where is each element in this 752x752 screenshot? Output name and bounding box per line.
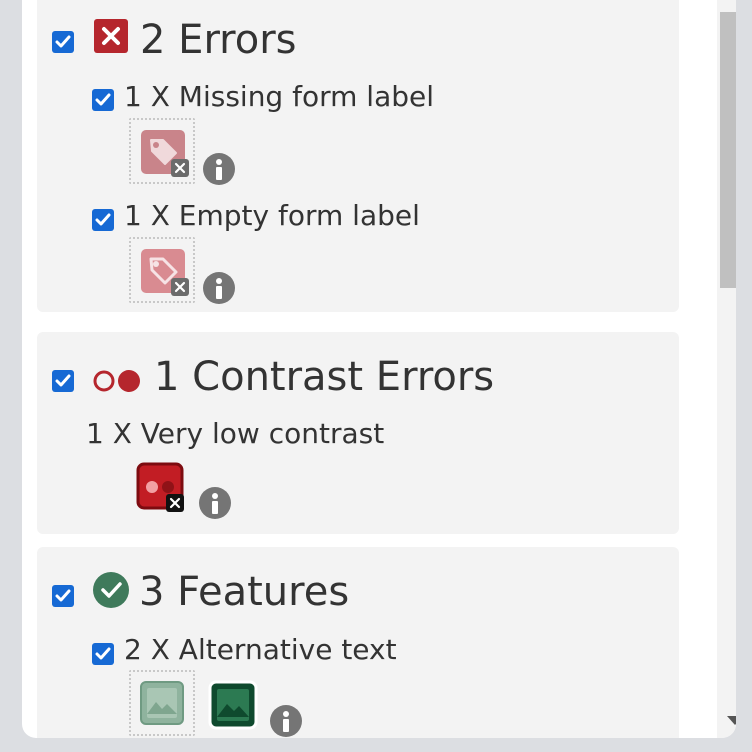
image-icon — [140, 681, 184, 725]
contrast-checkbox[interactable] — [52, 370, 74, 392]
features-checkbox[interactable] — [52, 585, 74, 607]
features-title: 3 Features — [139, 569, 350, 615]
missing-form-label-thumbnail[interactable] — [129, 118, 195, 184]
info-icon[interactable] — [203, 153, 235, 185]
alternative-text-text: 2 X Alternative text — [124, 633, 397, 666]
results-panel: 2 Errors 1 X Missing form label 1 X Empt… — [22, 0, 736, 738]
empty-form-label-checkbox[interactable] — [92, 209, 114, 231]
image-icon[interactable] — [207, 679, 259, 731]
tag-error-icon — [141, 130, 189, 177]
errors-title: 2 Errors — [140, 17, 297, 63]
alternative-text-thumbnail-1[interactable] — [129, 670, 195, 736]
info-icon[interactable] — [270, 705, 302, 737]
contrast-circles-icon — [93, 370, 140, 392]
error-x-icon — [94, 19, 128, 53]
check-circle-icon — [93, 572, 129, 608]
scroll-down-arrow-icon[interactable] — [727, 716, 736, 725]
contrast-section: 1 Contrast Errors 1 X Very low contrast — [37, 332, 679, 534]
scrollbar-thumb[interactable] — [720, 12, 736, 288]
very-low-contrast-text: 1 X Very low contrast — [86, 417, 385, 450]
contrast-title: 1 Contrast Errors — [154, 354, 495, 400]
contrast-error-icon[interactable] — [136, 462, 190, 516]
empty-form-label-thumbnail[interactable] — [129, 237, 195, 303]
info-icon[interactable] — [203, 272, 235, 304]
missing-form-label-checkbox[interactable] — [92, 89, 114, 111]
errors-checkbox[interactable] — [52, 31, 74, 53]
missing-form-label-text: 1 X Missing form label — [124, 80, 435, 113]
info-icon[interactable] — [199, 487, 231, 519]
sidebar-frame: 2 Errors 1 X Missing form label 1 X Empt… — [0, 0, 752, 752]
features-section: 3 Features 2 X Alternative text — [37, 547, 679, 738]
tag-error-icon — [141, 249, 189, 296]
alternative-text-checkbox[interactable] — [92, 643, 114, 665]
errors-section: 2 Errors 1 X Missing form label 1 X Empt… — [37, 0, 679, 312]
empty-form-label-text: 1 X Empty form label — [124, 199, 420, 232]
